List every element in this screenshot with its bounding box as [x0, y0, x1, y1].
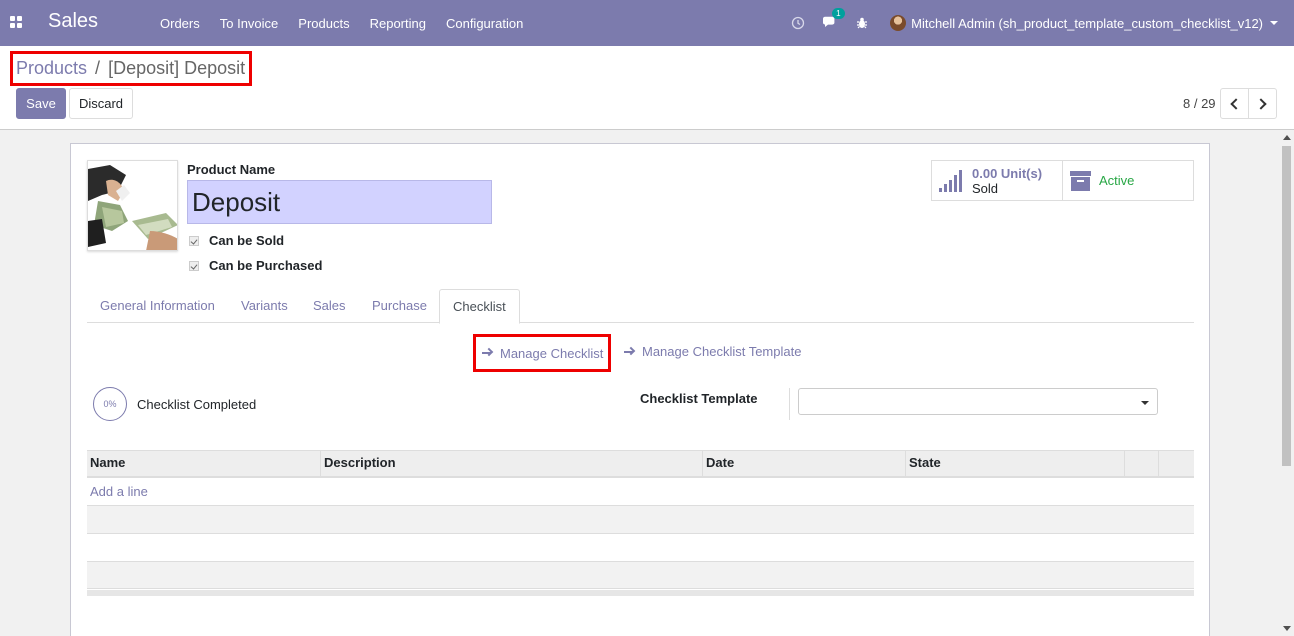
units-sold-label: Sold — [972, 180, 999, 196]
breadcrumb-separator: / — [95, 58, 101, 78]
messages-icon[interactable]: 1 — [820, 8, 845, 33]
manage-checklist-button[interactable]: Manage Checklist — [473, 334, 611, 372]
pager-next-button[interactable] — [1248, 88, 1277, 119]
user-menu[interactable]: Mitchell Admin (sh_product_template_cust… — [890, 15, 1278, 31]
tab-checklist[interactable]: Checklist — [439, 289, 520, 324]
scroll-up-icon[interactable] — [1283, 135, 1291, 140]
clock-icon[interactable] — [788, 13, 808, 33]
table-header: Name Description Date State — [87, 450, 1194, 478]
column-header-delete — [1159, 451, 1194, 477]
menu-item-products[interactable]: Products — [288, 16, 359, 31]
manage-checklist-template-label: Manage Checklist Template — [642, 344, 802, 359]
menu-item-to-invoice[interactable]: To Invoice — [210, 16, 289, 31]
can-be-purchased-label: Can be Purchased — [209, 258, 323, 273]
debug-bug-icon[interactable] — [852, 13, 872, 33]
column-header-extra — [1125, 451, 1159, 477]
apps-menu-icon[interactable] — [10, 16, 22, 28]
money-hands-image — [88, 161, 177, 250]
breadcrumb-products-link[interactable]: Products — [16, 58, 87, 79]
table-row — [87, 534, 1194, 562]
divider — [789, 388, 790, 420]
tab-variants[interactable]: Variants — [228, 289, 301, 323]
caret-down-icon — [1141, 401, 1149, 405]
save-button[interactable]: Save — [16, 88, 66, 119]
caret-down-icon — [1270, 21, 1278, 25]
table-footer — [87, 590, 1194, 596]
table-row — [87, 506, 1194, 534]
manage-checklist-template-button[interactable]: Manage Checklist Template — [624, 344, 801, 359]
product-image[interactable] — [87, 160, 178, 251]
pager-value[interactable]: 8 / 29 — [1183, 96, 1216, 111]
units-sold-text: 0.00 Unit(s) Sold — [972, 166, 1042, 196]
menu-item-reporting[interactable]: Reporting — [360, 16, 436, 31]
scrollbar-thumb[interactable] — [1282, 146, 1291, 466]
table-row: Add a line — [87, 478, 1194, 506]
checklist-template-label: Checklist Template — [640, 391, 758, 406]
chevron-right-icon — [1255, 97, 1267, 110]
checklist-progress-circle: 0% — [93, 387, 127, 421]
column-header-name[interactable]: Name — [87, 451, 321, 477]
archive-icon — [1070, 170, 1091, 191]
checklist-template-select[interactable] — [798, 388, 1158, 415]
units-sold-button[interactable]: 0.00 Unit(s) Sold — [931, 160, 1063, 201]
systray: 1 Mitchell Admin (sh_product_template_cu… — [782, 0, 1294, 46]
can-be-sold-label: Can be Sold — [209, 233, 285, 248]
user-name: Mitchell Admin (sh_product_template_cust… — [911, 15, 1263, 31]
discard-button[interactable]: Discard — [69, 88, 133, 119]
control-panel: Products / [Deposit] Deposit Save Discar… — [0, 46, 1294, 130]
arrow-right-icon — [482, 347, 494, 358]
notebook-tabs: General Information Variants Sales Purch… — [87, 289, 1194, 324]
form-sheet: Product Name Deposit Can be Sold Can be … — [70, 143, 1210, 636]
app-brand[interactable]: Sales — [48, 10, 98, 33]
vertical-scrollbar[interactable] — [1279, 130, 1294, 636]
menu-item-orders[interactable]: Orders — [150, 16, 210, 31]
can-be-purchased-row: Can be Purchased — [189, 258, 322, 273]
can-be-sold-row: Can be Sold — [189, 233, 284, 248]
menu-item-configuration[interactable]: Configuration — [436, 16, 533, 31]
main-menu: Orders To Invoice Products Reporting Con… — [150, 0, 533, 46]
add-a-line-link[interactable]: Add a line — [87, 478, 1194, 506]
column-header-state[interactable]: State — [906, 451, 1125, 477]
pager-previous-button[interactable] — [1220, 88, 1249, 119]
checklist-table: Name Description Date State Add a line — [87, 450, 1194, 596]
column-header-date[interactable]: Date — [703, 451, 906, 477]
tab-sales[interactable]: Sales — [300, 289, 359, 323]
can-be-purchased-checkbox[interactable] — [189, 260, 199, 271]
units-sold-value: 0.00 Unit(s) — [972, 165, 1043, 181]
signal-bars-icon — [939, 169, 964, 192]
arrow-right-icon — [624, 346, 636, 357]
column-header-description[interactable]: Description — [321, 451, 703, 477]
top-navbar: Sales Orders To Invoice Products Reporti… — [0, 0, 1294, 46]
messages-badge: 1 — [832, 8, 845, 19]
avatar — [890, 15, 907, 31]
breadcrumb: Products / [Deposit] Deposit — [10, 51, 252, 86]
chevron-left-icon — [1230, 97, 1242, 110]
breadcrumb-current: [Deposit] Deposit — [108, 58, 246, 78]
active-label: Active — [1099, 173, 1135, 188]
product-name-input[interactable]: Deposit — [187, 180, 492, 224]
tab-purchase[interactable]: Purchase — [359, 289, 440, 323]
can-be-sold-checkbox[interactable] — [189, 235, 199, 246]
scroll-down-icon[interactable] — [1283, 626, 1291, 631]
active-toggle-button[interactable]: Active — [1062, 160, 1194, 201]
table-row — [87, 562, 1194, 589]
manage-checklist-label: Manage Checklist — [500, 345, 604, 361]
checklist-completed-label: Checklist Completed — [137, 397, 257, 412]
product-name-label: Product Name — [187, 162, 276, 177]
tab-general-information[interactable]: General Information — [87, 289, 228, 323]
